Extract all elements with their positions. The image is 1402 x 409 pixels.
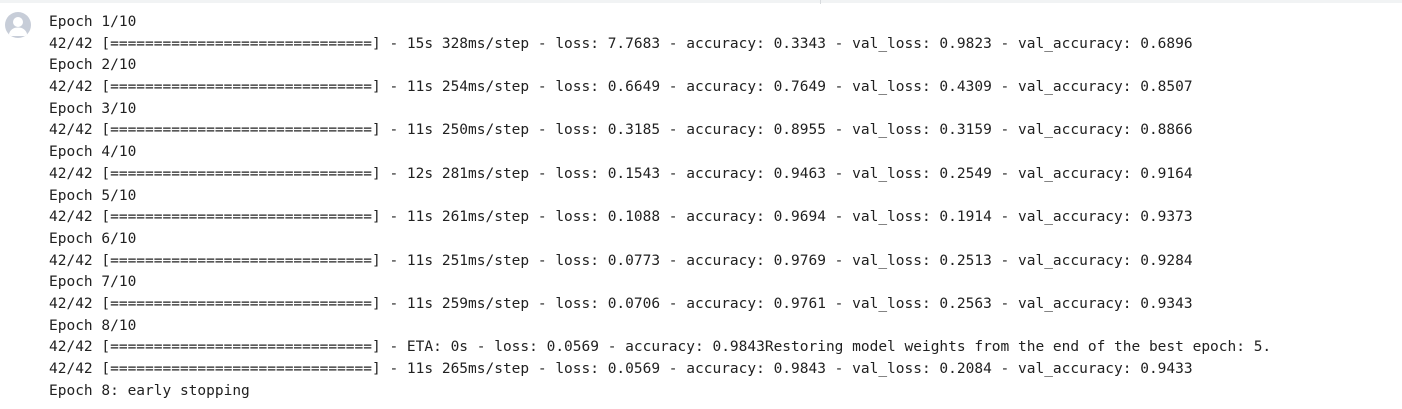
output-line-progress: 42/42 [==============================] -… xyxy=(49,209,1193,226)
output-line-progress: 42/42 [==============================] -… xyxy=(49,35,1193,52)
toolbar-divider xyxy=(820,0,821,4)
output-line-epoch-header: Epoch 5/10 xyxy=(49,187,137,204)
cell-output: Epoch 1/10 42/42 [======================… xyxy=(49,12,1399,402)
user-avatar-icon xyxy=(5,12,31,38)
output-line-progress: 42/42 [==============================] -… xyxy=(49,252,1193,269)
output-line-epoch-header: Epoch 3/10 xyxy=(49,100,137,117)
output-line-early-stopping: Epoch 8: early stopping xyxy=(49,382,250,399)
output-line-epoch-header: Epoch 6/10 xyxy=(49,230,137,247)
output-line-epoch-header: Epoch 1/10 xyxy=(49,14,137,30)
cell-top-border xyxy=(0,0,1402,3)
output-line-epoch-header: Epoch 7/10 xyxy=(49,274,137,291)
output-line-epoch-header: Epoch 8/10 xyxy=(49,317,137,334)
output-line-progress: 42/42 [==============================] -… xyxy=(49,79,1193,96)
avatar-silhouette xyxy=(8,17,28,36)
output-line-progress: 42/42 [==============================] -… xyxy=(49,165,1193,182)
output-line-epoch-header: Epoch 2/10 xyxy=(49,57,137,74)
output-line-restoring-weights: 42/42 [==============================] -… xyxy=(49,339,1272,356)
output-line-progress: 42/42 [==============================] -… xyxy=(49,295,1193,312)
output-line-progress: 42/42 [==============================] -… xyxy=(49,122,1193,139)
output-line-epoch-header: Epoch 4/10 xyxy=(49,144,137,161)
output-line-progress: 42/42 [==============================] -… xyxy=(49,361,1193,377)
